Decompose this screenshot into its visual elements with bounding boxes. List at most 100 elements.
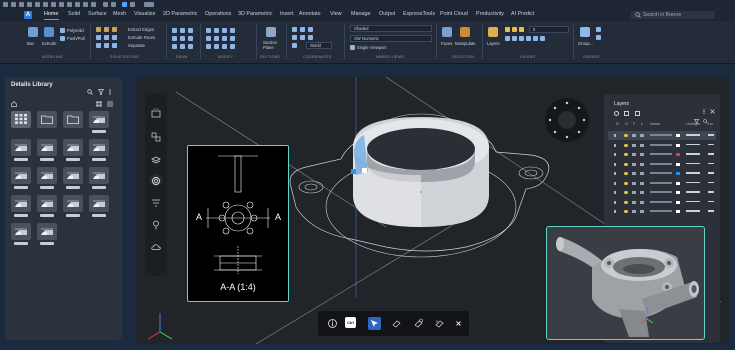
freeze-icon[interactable] xyxy=(632,181,636,185)
tab-3d-parametric[interactable]: 3D Parametric xyxy=(238,11,272,17)
layer-match-icon[interactable] xyxy=(505,36,510,41)
layer-row[interactable] xyxy=(608,150,716,159)
layer-linetype[interactable] xyxy=(686,153,700,155)
delete-layer-icon[interactable] xyxy=(635,111,640,116)
extract-edges-button[interactable]: Extract Edges xyxy=(128,27,154,32)
current-layer-dropdown[interactable]: 0 xyxy=(529,26,569,33)
group-edit-icon[interactable] xyxy=(596,35,601,40)
detail-thumbnail[interactable] xyxy=(89,195,109,217)
separate-button[interactable]: Separate xyxy=(128,43,145,48)
ctrl-key-button[interactable]: Ctrl xyxy=(345,317,356,328)
layer-walk-icon[interactable] xyxy=(540,36,545,41)
drag-handle-icon[interactable] xyxy=(153,97,159,110)
explode-icon[interactable] xyxy=(230,44,235,49)
tab-surface[interactable]: Surface xyxy=(88,11,107,17)
search-icon[interactable] xyxy=(703,111,708,124)
search-box[interactable]: Search in Breeze xyxy=(631,11,715,19)
pin-tool-icon[interactable] xyxy=(150,218,162,230)
layers-button[interactable]: Layers xyxy=(487,41,500,46)
section-tool-icon[interactable] xyxy=(150,196,162,208)
lock-icon[interactable] xyxy=(640,153,644,156)
group-button[interactable]: Group... xyxy=(578,41,593,46)
slice-icon[interactable] xyxy=(112,35,117,40)
info-icon[interactable] xyxy=(326,317,339,330)
ucs-y-icon[interactable] xyxy=(300,35,305,40)
freeze-icon[interactable] xyxy=(632,153,636,156)
offset-icon[interactable] xyxy=(222,44,227,49)
ellipse-icon[interactable] xyxy=(172,44,177,49)
tab-operations[interactable]: Operations xyxy=(205,11,231,17)
layer-states-icon[interactable] xyxy=(624,111,629,116)
layer-color-swatch[interactable] xyxy=(676,191,680,194)
save-as-icon[interactable] xyxy=(35,2,40,7)
tab-manage[interactable]: Manage xyxy=(351,11,370,17)
arc-icon[interactable] xyxy=(172,36,177,41)
layer-freeze-icon[interactable] xyxy=(512,27,517,32)
box-button[interactable]: Box xyxy=(27,41,34,46)
lightbulb-icon[interactable] xyxy=(624,172,628,175)
layer-color-swatch[interactable] xyxy=(676,143,680,147)
lightbulb-icon[interactable] xyxy=(624,153,628,156)
layer-color-swatch[interactable] xyxy=(676,181,680,185)
tab-insert[interactable]: Insert xyxy=(280,11,293,17)
push-pull-icon[interactable] xyxy=(390,317,403,330)
search-icon[interactable] xyxy=(87,82,93,95)
cloud-tool-icon[interactable] xyxy=(150,240,162,252)
layer-lineweight[interactable] xyxy=(708,210,714,212)
detail-thumbnail[interactable] xyxy=(37,111,57,128)
detail-thumbnail[interactable] xyxy=(37,195,57,217)
rectangle-icon[interactable] xyxy=(180,36,185,41)
layer-linetype[interactable] xyxy=(686,191,700,193)
layer-color-swatch[interactable] xyxy=(676,200,680,204)
layer-linetype[interactable] xyxy=(686,134,700,136)
close-icon[interactable] xyxy=(452,317,465,330)
rotate-face-icon[interactable] xyxy=(412,317,425,330)
layer-lineweight[interactable] xyxy=(708,153,714,155)
tab-productivity[interactable]: Productivity xyxy=(476,11,504,17)
3d-preview-window[interactable] xyxy=(546,226,705,340)
open-icon[interactable] xyxy=(19,2,24,7)
save-icon[interactable] xyxy=(27,2,32,7)
ucs-dropdown[interactable]: World xyxy=(306,42,332,49)
new-icon[interactable] xyxy=(11,2,16,7)
spline-icon[interactable] xyxy=(180,44,185,49)
redo-icon[interactable] xyxy=(59,2,64,7)
layer-color-swatch[interactable] xyxy=(676,172,680,175)
ucs-z-icon[interactable] xyxy=(308,35,313,40)
lock-icon[interactable] xyxy=(640,181,644,185)
array-icon[interactable] xyxy=(214,44,219,49)
freeze-icon[interactable] xyxy=(632,134,636,137)
fillet-edge-icon[interactable] xyxy=(96,35,101,40)
layer-color-swatch[interactable] xyxy=(676,134,680,137)
detail-thumbnail[interactable] xyxy=(11,223,31,245)
layer-lineweight[interactable] xyxy=(708,162,714,164)
layer-lineweight[interactable] xyxy=(708,143,714,145)
polysolid-button[interactable]: Polysolid xyxy=(67,28,84,33)
chamfer-edge-icon[interactable] xyxy=(104,35,109,40)
move-icon[interactable] xyxy=(206,28,211,33)
extrude-icon[interactable] xyxy=(44,27,54,37)
lightbulb-icon[interactable] xyxy=(624,191,628,194)
detail-thumbnail[interactable] xyxy=(37,167,57,189)
share-icon[interactable] xyxy=(67,2,72,7)
detail-thumbnail[interactable] xyxy=(37,139,57,161)
print-icon[interactable] xyxy=(43,2,48,7)
extend-icon[interactable] xyxy=(214,36,219,41)
stretch-icon[interactable] xyxy=(230,36,235,41)
faces-button[interactable]: Faces xyxy=(441,41,452,46)
image-tool-icon[interactable] xyxy=(150,107,162,119)
layer-linetype[interactable] xyxy=(686,210,700,212)
layer-unisolate-icon[interactable] xyxy=(526,36,531,41)
home-icon[interactable] xyxy=(11,94,17,107)
section-plane-icon[interactable] xyxy=(266,27,276,37)
polyline-icon[interactable] xyxy=(180,28,185,33)
ucs-origin-icon[interactable] xyxy=(300,27,305,32)
freeze-icon[interactable] xyxy=(632,143,636,147)
orbit-tool-icon[interactable] xyxy=(150,174,162,186)
manipulate-icon[interactable] xyxy=(460,27,470,37)
copy-icon[interactable] xyxy=(214,28,219,33)
extrude-button[interactable]: Extrude xyxy=(42,41,56,46)
detail-thumbnail[interactable] xyxy=(11,139,31,161)
tab-output[interactable]: Output xyxy=(379,11,395,17)
lightbulb-icon[interactable] xyxy=(624,143,628,147)
